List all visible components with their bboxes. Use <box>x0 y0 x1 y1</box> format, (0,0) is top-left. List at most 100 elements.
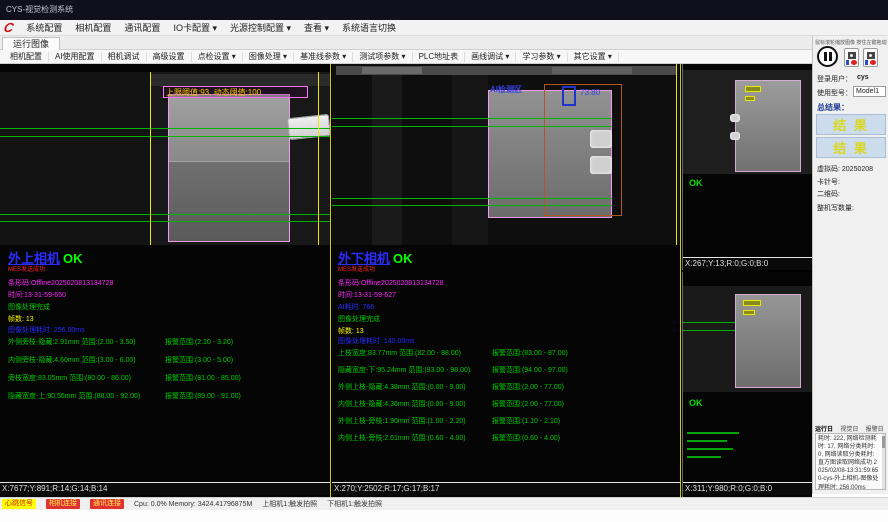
tab-strip: 运行图像 <box>0 36 812 50</box>
measure-line <box>683 322 735 323</box>
result-ok-badge: OK <box>689 398 703 408</box>
comm-connection-badge: 通讯连接 <box>90 499 124 509</box>
blue-indicator <box>846 60 849 65</box>
menu-io-config[interactable]: IO卡配置 ▾ <box>173 21 217 34</box>
camera-icon <box>867 52 875 59</box>
small-top-camera-image[interactable] <box>683 70 812 174</box>
tool-camera-config[interactable]: 相机配置 <box>4 52 49 62</box>
tiny-log-line <box>687 440 727 442</box>
measurement-value: 外侧上枝-隐藏:4.38mm 范围:(0.00 - 9.00) <box>338 382 466 392</box>
measurement-value: 隐藏宽度-上:90.56mm 范围:(88.00 - 92.00) <box>8 391 140 401</box>
middle-camera-image[interactable]: 73.80 AI检测区 <box>332 64 680 245</box>
red-alert-dot <box>870 60 876 65</box>
tiny-log-line <box>687 448 733 450</box>
tool-line-debug[interactable]: 画线调试 ▾ <box>465 52 516 62</box>
pixel-coords-readout: X:267;Y:13;R:0;G:0;B:0 <box>683 257 812 270</box>
inspected-part <box>735 294 801 388</box>
tool-advanced-settings[interactable]: 高级设置 <box>147 52 192 62</box>
log-text-area[interactable]: 耗时: 222, 网络检测耗时: 17, 网络分类耗时: 0, 网络读取分类耗时… <box>815 433 886 490</box>
elapsed-text: 图像处理耗时: 140.00ms <box>338 336 415 346</box>
result-display-top: 结 果 <box>816 114 886 135</box>
menu-system-config[interactable]: 系统配置 <box>26 21 62 34</box>
inspected-part <box>735 80 801 172</box>
login-user-value: cys <box>857 74 869 81</box>
model-label: 使用型号： <box>817 88 852 98</box>
menu-camera-config[interactable]: 相机配置 <box>75 21 111 34</box>
login-user-label: 登录用户： <box>817 74 852 84</box>
result-ok-badge: OK <box>689 178 703 188</box>
menu-bar: C 系统配置 相机配置 通讯配置 IO卡配置 ▾ 光源控制配置 ▾ 查看 ▾ 系… <box>0 20 888 36</box>
right-control-panel: 鼠标滚轮缩放图像 按住左键拖动图像 登录用户： cys 使用型号： Model1… <box>812 36 888 494</box>
tool-other-settings[interactable]: 其它设置 ▾ <box>568 52 619 62</box>
time-text: 时间:13-31-59-650 <box>8 290 66 300</box>
measurement-value: 外侧上枝-旁枝:1.90mm 范围:(1.00 - 2.20) <box>338 416 466 426</box>
heartbeat-status-badge: 心跳信号 <box>2 499 36 509</box>
menu-light-control[interactable]: 光源控制配置 ▾ <box>230 21 291 34</box>
measure-line <box>0 136 331 137</box>
camera-toggle-button-1[interactable] <box>844 48 859 67</box>
alarm-range: 报警范围:(89.00 - 91.00) <box>165 391 241 401</box>
tool-learn-params[interactable]: 学习参数 ▾ <box>516 52 567 62</box>
menu-comm-config[interactable]: 通讯配置 <box>124 21 160 34</box>
ai-detection-box <box>562 86 576 106</box>
tool-plc-address[interactable]: PLC地址表 <box>413 52 466 62</box>
measure-line <box>332 118 612 119</box>
alarm-range: 报警范围:(83.00 - 87.00) <box>492 348 568 358</box>
measurement-value: 外侧旁枝-隐藏:2.91mm 范围:(2.00 - 3.50) <box>8 337 136 347</box>
machine-write-count-label: 整机写数量: <box>817 203 854 213</box>
qr-code-label: 二维码: <box>817 189 840 199</box>
log-scrollbar-thumb[interactable] <box>882 436 885 448</box>
menu-language-switch[interactable]: 系统语言切换 <box>342 21 396 34</box>
roi-orange-box <box>544 84 622 216</box>
alarm-range: 报警范围:(2.00 - 77.00) <box>492 382 564 392</box>
tab-run-image[interactable]: 运行图像 <box>2 37 60 50</box>
red-alert-dot <box>851 60 857 65</box>
barcode-text: 条形码:Offline2025020813134728 <box>338 278 443 288</box>
machine-column <box>452 75 488 245</box>
tool-baseline-params[interactable]: 基准线参数 ▾ <box>294 52 353 62</box>
reflective-feature <box>730 132 740 140</box>
pause-button[interactable] <box>817 46 838 67</box>
alarm-range: 报警范围:(2.20 - 3.20) <box>165 337 233 347</box>
top-camera-trigger-status: 上相机1:触发拍照 <box>262 499 317 509</box>
tool-camera-debug[interactable]: 相机调试 <box>102 52 147 62</box>
alarm-range: 报警范围:(0.60 - 4.00) <box>492 433 560 443</box>
total-result-label: 总结果： <box>817 102 849 113</box>
model-input[interactable]: Model1 <box>853 86 886 97</box>
alarm-range: 报警范围:(94.00 - 97.00) <box>492 365 568 375</box>
menu-view[interactable]: 查看 ▾ <box>304 21 329 34</box>
measurement-value: 内侧上枝-旁枝:2.61mm 范围:(0.60 - 4.00) <box>338 433 466 443</box>
reflective-feature <box>730 114 740 122</box>
log-scrollbar[interactable] <box>882 434 885 489</box>
left-camera-image[interactable]: 上限阈值:93, 动态阈值:100 <box>0 72 331 245</box>
measure-line <box>332 205 612 206</box>
time-text: 时间:13-31-59-627 <box>338 290 396 300</box>
tool-image-processing[interactable]: 图像处理 ▾ <box>243 52 294 62</box>
app-logo-icon: C <box>3 21 15 35</box>
measure-line <box>0 214 331 215</box>
tool-ai-config[interactable]: AI使用配置 <box>49 52 102 62</box>
pin-number-label: 卡针号: <box>817 177 840 187</box>
machine-column <box>372 75 402 245</box>
pause-icon <box>829 52 832 61</box>
alarm-range: 报警范围:(1.10 - 2.10) <box>492 416 560 426</box>
mes-status: MES发送成功 <box>338 264 375 273</box>
bottom-camera-trigger-status: 下相机1:触发拍照 <box>327 499 382 509</box>
small-bottom-camera-image[interactable] <box>683 286 812 392</box>
pause-icon <box>824 52 827 61</box>
tool-test-params[interactable]: 测试项参数 ▾ <box>353 52 412 62</box>
measure-line-vertical <box>318 72 319 245</box>
measurement-value: 内侧上枝-隐藏:4.36mm 范围:(0.00 - 9.00) <box>338 399 466 409</box>
ai-region-label: AI检测区 <box>490 84 522 95</box>
measure-line-vertical <box>676 64 677 245</box>
pixel-coords-readout: X:270;Y:2502;R:17;G:17;B:17 <box>332 482 680 495</box>
camera-toggle-button-2[interactable] <box>863 48 878 67</box>
tiny-log-line <box>687 432 739 434</box>
inspected-part <box>168 94 290 242</box>
small-bottom-camera-view: OK X:311;Y:980;R:0;G:0;B:0 <box>682 272 812 497</box>
result-display-bottom: 结 果 <box>816 137 886 158</box>
tool-spot-check[interactable]: 点检设置 ▾ <box>192 52 243 62</box>
measurement-value: 旁枝宽度:83.05mm 范围:(80.00 - 86.00) <box>8 373 131 383</box>
view-separator <box>330 64 331 497</box>
ai-elapsed-text: AI耗时: 766 <box>338 302 374 312</box>
